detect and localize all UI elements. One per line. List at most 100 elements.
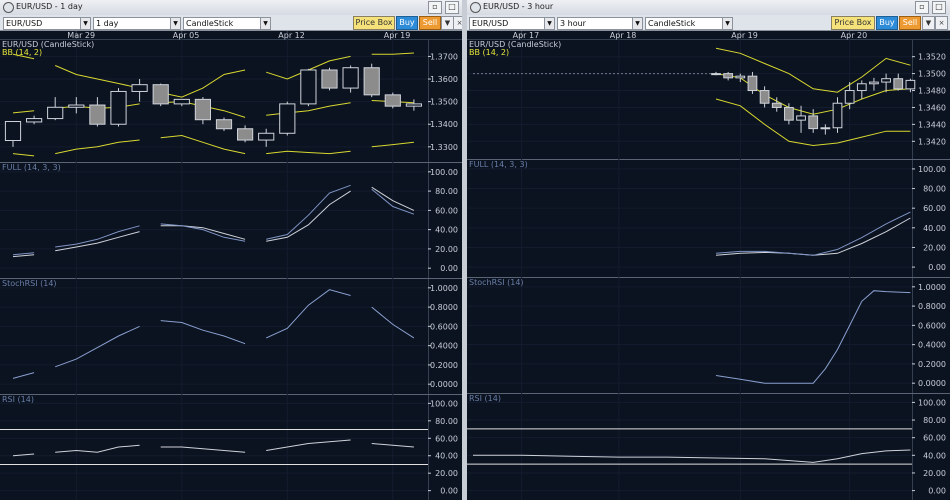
axis-tick-label: 1.3460 [918,103,946,112]
candle-body [194,98,211,121]
date-tick-label: Apr 12 [278,31,305,40]
candle-body [173,98,190,105]
interval-select[interactable]: 1 day ▼ [93,17,181,30]
axis-tick-label: 1.0000 [918,283,946,292]
chart-type-select[interactable]: CandleStick ▼ [645,17,733,30]
candle-body [321,69,338,89]
axis-tick-label: 1.3440 [918,120,946,129]
axis-tick-label: 1.3700 [430,52,458,61]
full-panel: 100.00 80.00 60.00 40.00 20.00 0.00 FULL (14, … [467,159,950,278]
axis-tick-label: 20.00 [923,469,946,478]
symbol-select[interactable]: EUR/USD ▼ [3,17,91,30]
bb-lower-line [160,134,246,155]
chevron-down-icon: ▼ [260,18,270,29]
full-d-line [160,225,246,240]
buy-button[interactable]: Buy [396,16,418,30]
price-panel: 1.35201.35001.34801.34601.34401.3420EUR/… [467,39,950,160]
rsi-line [473,449,911,463]
axis-tick-label: 60.00 [923,434,946,443]
symbol-value: EUR/USD [472,19,509,28]
sell-button[interactable]: Sell [419,16,441,30]
candle-body [237,128,254,141]
bb-upper-line [55,65,140,89]
candle-body [89,104,106,125]
dropdown-arrow-icon[interactable]: ▼ [922,16,935,30]
date-tick-label: Apr 05 [173,31,200,40]
candle-body [747,75,758,92]
full-k-line [12,252,35,256]
axis-tick-label: 1.3500 [430,98,458,107]
price-box-button[interactable]: Price Box [831,16,875,30]
chevron-down-icon: ▼ [632,18,642,29]
date-tick-label: Apr 17 [513,31,540,40]
panel-title: RSI (14) [2,395,34,404]
chart-window-daily: EUR/USD - 1 day ▫ □ EUR/USD ▼ 1 day ▼ Ca… [0,0,462,500]
window-titlebar[interactable]: EUR/USD - 3 hour ▫ □ [467,0,950,16]
axis-tick-label: 1.3520 [918,53,946,62]
stochrsi-panel: 1.0000 0.8000 0.6000 0.4000 0.2000 0.0000 Stoc… [0,278,462,395]
chevron-down-icon: ▼ [544,18,554,29]
date-tick-label: Apr 19 [731,31,758,40]
sell-button[interactable]: Sell [899,16,921,30]
candle-body [110,90,127,125]
candle-body [796,115,806,121]
candle-body [735,75,746,79]
full-k-line [55,225,140,248]
axis-tick-label: 60.00 [435,206,458,215]
axis-tick-label: 40.00 [923,224,946,233]
axis-tick-label: 60.00 [435,434,458,443]
symbol-select[interactable]: EUR/USD ▼ [469,17,555,30]
date-strip [467,31,950,39]
interval-select[interactable]: 3 hour ▼ [557,17,643,30]
candle-body [4,121,22,142]
price-box-button[interactable]: Price Box [353,16,395,30]
axis-tick-label: 40.00 [435,452,458,461]
candle-body [363,67,380,96]
symbol-value: EUR/USD [6,19,43,28]
axis-tick-label: 0.2000 [430,361,458,370]
maximize-button[interactable]: □ [932,1,946,14]
buy-button[interactable]: Buy [876,16,898,30]
candle-body [784,106,794,121]
full-d-line [715,217,911,256]
candle-body [869,81,879,85]
axis-tick-label: 0.00 [928,487,946,496]
date-tick-label: Apr 18 [610,31,637,40]
axis-tick-label: 40.00 [923,451,946,460]
chart-type-value: CandleStick [186,19,234,28]
chart-toolbar: EUR/USD ▼ 1 day ▼ CandleStick ▼ Price Bo… [0,15,462,31]
minimize-button[interactable]: ▫ [915,1,929,14]
stochrsi-panel: 1.0000 0.8000 0.6000 0.4000 0.2000 0.0000 Stoc… [467,277,950,394]
candle-body [342,67,359,89]
panel-title: RSI (14) [469,394,501,403]
full-d-line [266,190,351,242]
chart-type-select[interactable]: CandleStick ▼ [183,17,271,30]
window-titlebar[interactable]: EUR/USD - 1 day ▫ □ [0,0,462,16]
close-icon[interactable]: × [935,16,948,30]
stochrsi-line [715,290,911,384]
candle-body [905,79,916,90]
close-icon[interactable]: × [453,16,462,30]
candle-body [215,119,233,130]
candle-body [131,84,148,92]
axis-tick-label: 100.00 [918,165,946,174]
chevron-down-icon: ▼ [722,18,732,29]
bb-lower-line [266,150,351,155]
chart-area[interactable]: Mar 29 Apr 05 Apr 12 Apr 19 1.3700 1.3600 1.35… [0,31,462,500]
axis-tick-label: 80.00 [435,417,458,426]
bb-upper-line [160,69,246,98]
candle-body [893,78,904,90]
chart-type-value: CandleStick [648,19,696,28]
panel-title: StochRSI (14) [469,278,524,287]
window-title: EUR/USD - 1 day [16,2,83,11]
full-k-line [266,184,351,240]
price-panel: 1.37001.36001.35001.34001.3300EUR/USD (C… [0,39,462,163]
date-tick-label: Apr 19 [384,31,411,40]
axis-tick-label: 80.00 [923,416,946,425]
candle-body [258,132,275,141]
minimize-button[interactable]: ▫ [428,1,442,14]
candle-body [279,103,296,134]
axis-tick-label: 0.2000 [918,360,946,369]
chart-area[interactable]: Apr 17 Apr 18 Apr 19 Apr 20 1.3520 1.3500 1.34… [467,31,950,500]
maximize-button[interactable]: □ [445,1,459,14]
